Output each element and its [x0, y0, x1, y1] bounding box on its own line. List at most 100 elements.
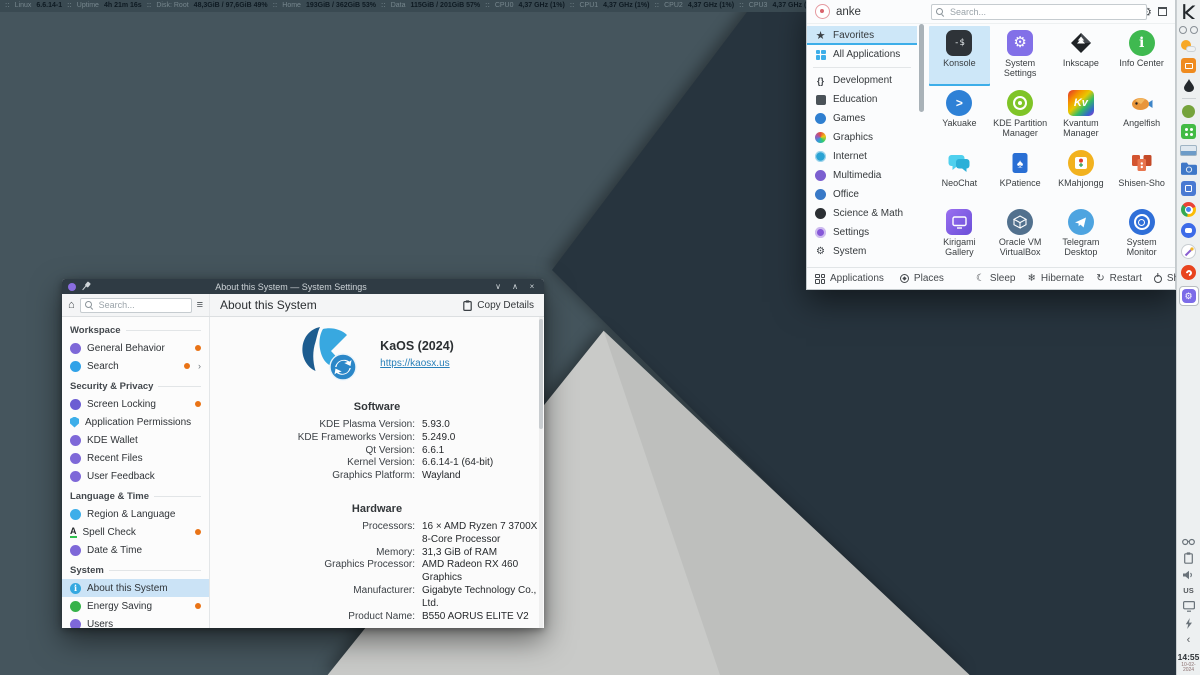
expand-chevron-icon[interactable]: ‹ [1187, 635, 1191, 645]
app-tile-telegram-desktop[interactable]: Telegram Desktop [1051, 205, 1112, 265]
sidebar-item-application-permissions[interactable]: Application Permissions [62, 413, 209, 431]
sidebar-item-search[interactable]: Search› [62, 357, 209, 375]
app-tile-inkscape[interactable]: Inkscape [1051, 26, 1112, 86]
wand-app-icon[interactable] [1181, 244, 1196, 259]
blue-chat-app-icon[interactable] [1181, 223, 1196, 238]
info-value: 6.6.1 [422, 445, 444, 458]
maximize-button[interactable]: ∧ [509, 282, 521, 291]
clipboard-icon[interactable] [1184, 552, 1193, 564]
window-titlebar[interactable]: About this System — System Settings ∨ ∧ … [62, 279, 544, 294]
info-row: Processors:16 × AMD Ryzen 7 3700X 8-Core… [210, 521, 544, 547]
ink-drop-icon[interactable] [1184, 79, 1194, 92]
app-tile-shisen-sho[interactable]: Shisen-Sho [1111, 146, 1172, 206]
sidebar-item-user-feedback[interactable]: User Feedback [62, 467, 209, 485]
display-icon[interactable] [1183, 601, 1195, 612]
region-language-icon [70, 509, 81, 520]
info-value: Wayland [422, 470, 461, 483]
launcher-search-box[interactable] [931, 4, 1147, 20]
copy-details-button[interactable]: Copy Details [463, 300, 534, 311]
folder-app-icon[interactable] [1181, 162, 1197, 175]
minimize-button[interactable]: ∨ [492, 282, 504, 291]
launcher-category-all-applications[interactable]: All Applications [807, 45, 917, 64]
system-settings-task-icon[interactable]: ⚙ [1179, 286, 1199, 306]
kaos-menu-icon[interactable] [1180, 3, 1197, 20]
launcher-search-input[interactable] [948, 6, 1142, 18]
keyboard-layout[interactable]: US [1183, 586, 1193, 595]
app-tile-konsole[interactable]: -$Konsole [929, 26, 990, 86]
power-bolt-icon[interactable] [1185, 618, 1193, 629]
launcher-category-internet[interactable]: Internet [807, 147, 917, 166]
sidebar-item-spell-check[interactable]: ASpell Check [62, 523, 209, 541]
orange-app-icon[interactable] [1181, 58, 1196, 73]
launcher-category-education[interactable]: Education [807, 90, 917, 109]
system-settings-window: About this System — System Settings ∨ ∧ … [62, 279, 544, 628]
sidebar-item-screen-locking[interactable]: Screen Locking [62, 395, 209, 413]
launcher-category-system[interactable]: ⚙System [807, 242, 917, 261]
close-button[interactable]: × [526, 282, 538, 291]
info-row: Manufacturer:Gigabyte Technology Co., Lt… [210, 585, 544, 611]
info-value: 16 × AMD Ryzen 7 3700X 8-Core Processor [422, 521, 544, 547]
launcher-category-development[interactable]: {}Development [807, 71, 917, 90]
user-avatar[interactable] [815, 4, 830, 19]
content-scrollbar[interactable] [539, 317, 543, 628]
launcher-category-science-math[interactable]: Science & Math [807, 204, 917, 223]
system-cat-icon: ⚙ [814, 246, 827, 257]
app-tile-info-center[interactable]: iInfo Center [1111, 26, 1172, 86]
app-tile-oracle-vm-virtualbox[interactable]: Oracle VM VirtualBox [990, 205, 1051, 265]
app-tile-neochat[interactable]: NeoChat [929, 146, 990, 206]
app-tile-system-settings[interactable]: ⚙System Settings [990, 26, 1051, 86]
sidebar-item-label: Users [87, 619, 113, 629]
info-value: 31,3 GiB of RAM [422, 547, 497, 560]
launcher-category-favorites[interactable]: ★Favorites [807, 26, 917, 45]
settings-search-box[interactable] [80, 298, 192, 313]
app-tile-angelfish[interactable]: Angelfish [1111, 86, 1172, 146]
launcher-category-office[interactable]: Office [807, 185, 917, 204]
app-tile-kpatience[interactable]: ♠KPatience [990, 146, 1051, 206]
volume-icon[interactable] [1183, 570, 1195, 580]
app-tile-kvantum-manager[interactable]: KvKvantum Manager [1051, 86, 1112, 146]
mask-icon[interactable] [1182, 538, 1195, 546]
home-icon[interactable]: ⌂ [68, 299, 75, 311]
launcher-category-games[interactable]: Games [807, 109, 917, 128]
window-mode-icon[interactable] [1158, 7, 1167, 16]
app-tile-yakuake[interactable]: >Yakuake [929, 86, 990, 146]
tab-places[interactable]: Places [900, 273, 944, 284]
launcher-scrollbar[interactable] [917, 24, 926, 267]
chrome-icon[interactable] [1181, 202, 1196, 217]
digital-clock[interactable]: 14:55 10-02-2024 [1177, 653, 1200, 673]
sidebar-item-about-this-system[interactable]: iAbout this System [62, 579, 209, 597]
green-grid-app-icon[interactable] [1181, 124, 1196, 139]
green-status-icon[interactable] [1182, 105, 1195, 118]
widget-duo-icon[interactable] [1179, 26, 1198, 34]
restart-button[interactable]: ↻Restart [1096, 273, 1142, 284]
sleep-button[interactable]: ☾Sleep [976, 273, 1016, 284]
sidebar-item-general-behavior[interactable]: General Behavior [62, 339, 209, 357]
sidebar-item-recent-files[interactable]: Recent Files [62, 449, 209, 467]
sidebar-item-kde-wallet[interactable]: KDE Wallet [62, 431, 209, 449]
info-value: 6.6.14-1 (64-bit) [422, 457, 493, 470]
app-tile-system-monitor[interactable]: System Monitor [1111, 205, 1172, 265]
panel-separator [1182, 98, 1196, 99]
sidebar-item-users[interactable]: Users [62, 615, 209, 628]
app-tile-kirigami-gallery[interactable]: Kirigami Gallery [929, 205, 990, 265]
launcher-category-multimedia[interactable]: Multimedia [807, 166, 917, 185]
section-divider-line [109, 570, 201, 571]
blue-square-app-icon[interactable] [1181, 181, 1196, 196]
launcher-category-graphics[interactable]: Graphics [807, 128, 917, 147]
distro-url-link[interactable]: https://kaosx.us [380, 358, 454, 369]
app-tile-kmahjongg[interactable]: KMahjongg [1051, 146, 1112, 206]
window-thumbnail[interactable] [1180, 145, 1197, 156]
info-value: B550 AORUS ELITE V2 [422, 611, 529, 624]
weather-widget-icon[interactable] [1181, 40, 1196, 52]
app-tile-kde-partition-manager[interactable]: KDE Partition Manager [990, 86, 1051, 146]
hamburger-menu-icon[interactable]: ≡ [197, 299, 203, 311]
sidebar-item-date-time[interactable]: Date & Time [62, 541, 209, 559]
settings-search-input[interactable] [97, 299, 187, 311]
hibernate-button[interactable]: ❄Hibernate [1027, 273, 1084, 284]
sidebar-item-region-language[interactable]: Region & Language [62, 505, 209, 523]
sidebar-item-energy-saving[interactable]: Energy Saving [62, 597, 209, 615]
tab-applications[interactable]: Applications [815, 273, 884, 284]
pin-icon[interactable] [79, 279, 93, 293]
launcher-category-settings[interactable]: Settings [807, 223, 917, 242]
red-app-icon[interactable] [1181, 265, 1196, 280]
